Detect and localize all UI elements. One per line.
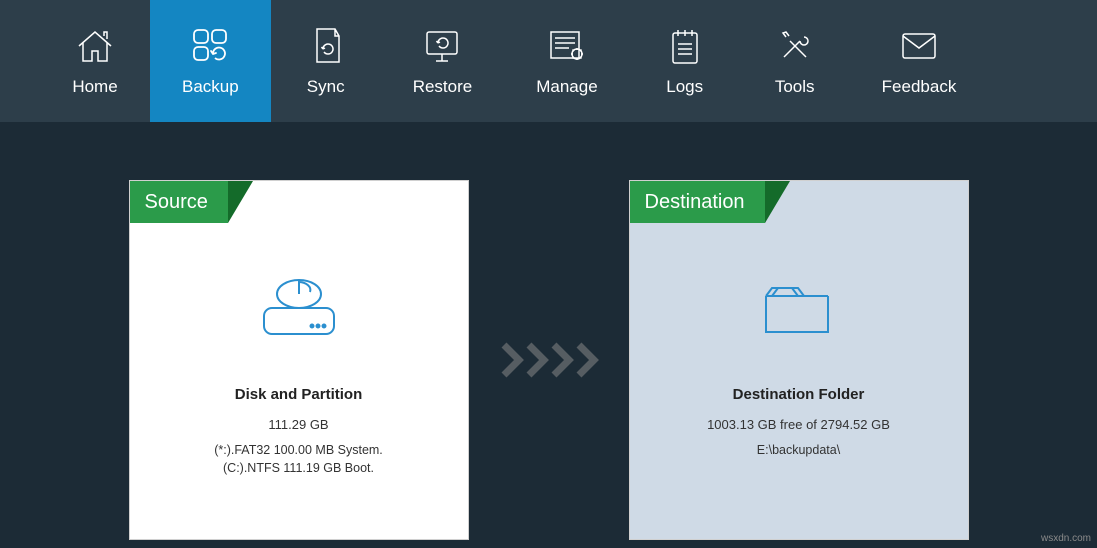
disk-icon <box>130 266 468 351</box>
destination-tab: Destination <box>630 181 790 223</box>
nav-backup[interactable]: Backup <box>150 0 271 122</box>
destination-free: 1003.13 GB free of 2794.52 GB <box>630 417 968 432</box>
nav-logs-label: Logs <box>666 77 703 97</box>
manage-icon <box>547 25 587 67</box>
source-tab-label: Source <box>130 181 228 223</box>
source-panel[interactable]: Source Disk and Partition 111.29 GB (*:)… <box>129 180 469 540</box>
nav-tools-label: Tools <box>775 77 815 97</box>
backup-icon <box>190 25 230 67</box>
watermark: wsxdn.com <box>1041 533 1091 544</box>
sync-icon <box>306 25 346 67</box>
nav-feedback-label: Feedback <box>882 77 957 97</box>
nav-sync-label: Sync <box>307 77 345 97</box>
top-nav: Home Backup Sync <box>0 0 1097 122</box>
folder-icon <box>630 266 968 351</box>
nav-restore[interactable]: Restore <box>381 0 505 122</box>
source-title: Disk and Partition <box>130 386 468 403</box>
nav-home-label: Home <box>72 77 117 97</box>
feedback-icon <box>899 25 939 67</box>
source-details: (*:).FAT32 100.00 MB System. (C:).NTFS 1… <box>130 442 468 477</box>
main-content: Source Disk and Partition 111.29 GB (*:)… <box>0 122 1097 548</box>
nav-home[interactable]: Home <box>40 0 150 122</box>
logs-icon <box>665 25 705 67</box>
nav-restore-label: Restore <box>413 77 473 97</box>
destination-panel[interactable]: Destination Destination Folder 1003.13 G… <box>629 180 969 540</box>
nav-tools[interactable]: Tools <box>740 0 850 122</box>
nav-backup-label: Backup <box>182 77 239 97</box>
nav-sync[interactable]: Sync <box>271 0 381 122</box>
source-tab: Source <box>130 181 253 223</box>
destination-path: E:\backupdata\ <box>630 442 968 460</box>
source-size: 111.29 GB <box>130 417 468 432</box>
restore-icon <box>422 25 462 67</box>
destination-tab-label: Destination <box>630 181 765 223</box>
destination-title: Destination Folder <box>630 386 968 403</box>
source-line2: (C:).NTFS 111.19 GB Boot. <box>130 460 468 478</box>
nav-manage-label: Manage <box>536 77 597 97</box>
nav-manage[interactable]: Manage <box>504 0 629 122</box>
nav-feedback[interactable]: Feedback <box>850 0 989 122</box>
nav-logs[interactable]: Logs <box>630 0 740 122</box>
home-icon <box>75 25 115 67</box>
tools-icon <box>775 25 815 67</box>
source-line1: (*:).FAT32 100.00 MB System. <box>130 442 468 460</box>
arrow-separator <box>499 340 599 380</box>
